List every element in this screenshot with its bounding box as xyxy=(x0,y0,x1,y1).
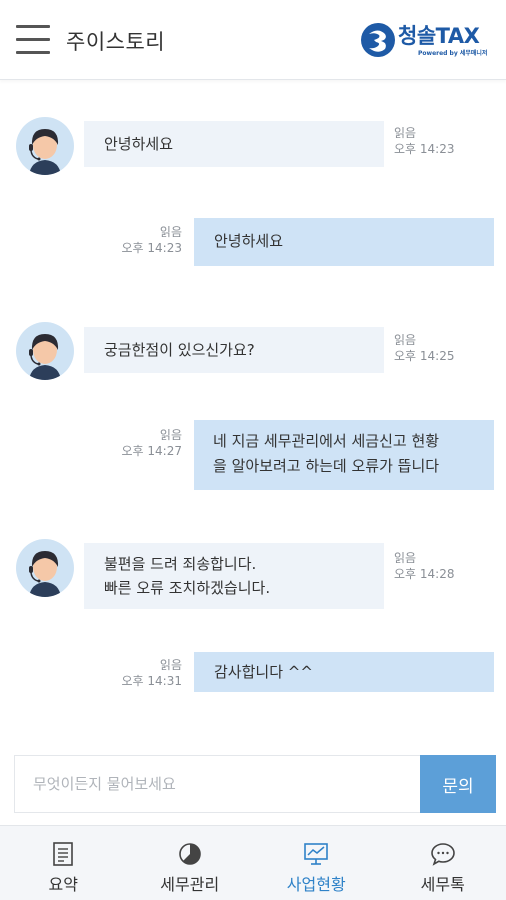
message-time: 오후 14:27 xyxy=(121,444,182,458)
message-meta: 읽음 오후 14:23 xyxy=(110,224,182,256)
message-time: 오후 14:25 xyxy=(394,349,455,363)
app-header: 주이스토리 청솔TAX Powered by 세무매니저 xyxy=(0,0,506,80)
outgoing-message-bubble: 안녕하세요 xyxy=(194,218,494,266)
logo-mark-icon xyxy=(361,23,395,57)
read-status: 읽음 xyxy=(159,658,182,672)
nav-item-tax-management[interactable]: 세무관리 xyxy=(127,826,254,900)
message-text: 불편을 드려 죄송합니다. xyxy=(104,555,257,573)
bottom-nav: 요약 세무관리 사업현황 세무톡 xyxy=(0,825,506,900)
read-status: 읽음 xyxy=(394,333,417,347)
nav-item-tax-talk[interactable]: 세무톡 xyxy=(380,826,506,900)
logo-text: 청솔TAX xyxy=(398,24,480,48)
hamburger-menu-icon[interactable] xyxy=(16,25,50,55)
message-text: 궁금한점이 있으신가요? xyxy=(104,341,255,359)
nav-item-business-status[interactable]: 사업현황 xyxy=(253,826,380,900)
monitor-chart-icon xyxy=(304,843,329,865)
document-icon xyxy=(53,842,74,866)
message-meta: 읽음 오후 14:25 xyxy=(394,332,454,364)
agent-avatar xyxy=(16,539,74,597)
message-time: 오후 14:23 xyxy=(121,241,182,255)
message-time: 오후 14:28 xyxy=(394,567,455,581)
message-meta: 읽음 오후 14:23 xyxy=(394,125,454,157)
message-text: 을 알아보려고 하는데 오류가 뜹니다 xyxy=(213,457,440,475)
page-title: 주이스토리 xyxy=(66,30,166,54)
incoming-message-bubble: 궁금한점이 있으신가요? xyxy=(84,327,384,373)
read-status: 읽음 xyxy=(394,126,417,140)
nav-label: 사업현황 xyxy=(286,875,346,894)
inquire-button[interactable]: 문의 xyxy=(420,755,496,813)
outgoing-message-bubble: 네 지금 세무관리에서 세금신고 현황 을 알아보려고 하는데 오류가 뜹니다 xyxy=(194,420,494,490)
message-text: 안녕하세요 xyxy=(214,232,284,250)
outgoing-message-bubble: 감사합니다 ^^ xyxy=(194,652,494,692)
incoming-message-bubble: 안녕하세요 xyxy=(84,121,384,167)
logo-subtext: Powered by 세무매니저 xyxy=(418,50,488,57)
agent-avatar xyxy=(16,117,74,175)
nav-label: 세무관리 xyxy=(160,875,220,894)
nav-label: 요약 xyxy=(48,875,78,894)
message-text: 감사합니다 ^^ xyxy=(214,663,313,681)
message-text: 빠른 오류 조치하겠습니다. xyxy=(104,579,271,597)
incoming-message-bubble: 불편을 드려 죄송합니다. 빠른 오류 조치하겠습니다. xyxy=(84,543,384,609)
pie-chart-icon xyxy=(178,843,201,865)
agent-avatar xyxy=(16,322,74,380)
message-meta: 읽음 오후 14:27 xyxy=(110,427,182,459)
message-text: 네 지금 세무관리에서 세금신고 현황 xyxy=(213,432,440,450)
read-status: 읽음 xyxy=(159,428,182,442)
message-meta: 읽음 오후 14:28 xyxy=(394,550,454,582)
read-status: 읽음 xyxy=(394,551,417,565)
message-input-bar: 문의 xyxy=(14,755,496,813)
message-meta: 읽음 오후 14:31 xyxy=(110,657,182,689)
message-text: 안녕하세요 xyxy=(104,135,174,153)
message-time: 오후 14:31 xyxy=(121,674,182,688)
chat-area: 안녕하세요 읽음 오후 14:23 읽음 오후 14:23 안녕하세요 궁금한점… xyxy=(0,81,506,741)
nav-label: 세무톡 xyxy=(420,875,465,894)
nav-item-summary[interactable]: 요약 xyxy=(0,826,127,900)
message-input[interactable] xyxy=(15,756,421,812)
message-time: 오후 14:23 xyxy=(394,142,455,156)
chat-bubble-icon xyxy=(430,843,455,866)
read-status: 읽음 xyxy=(159,225,182,239)
brand-logo: 청솔TAX Powered by 세무매니저 xyxy=(360,20,492,60)
